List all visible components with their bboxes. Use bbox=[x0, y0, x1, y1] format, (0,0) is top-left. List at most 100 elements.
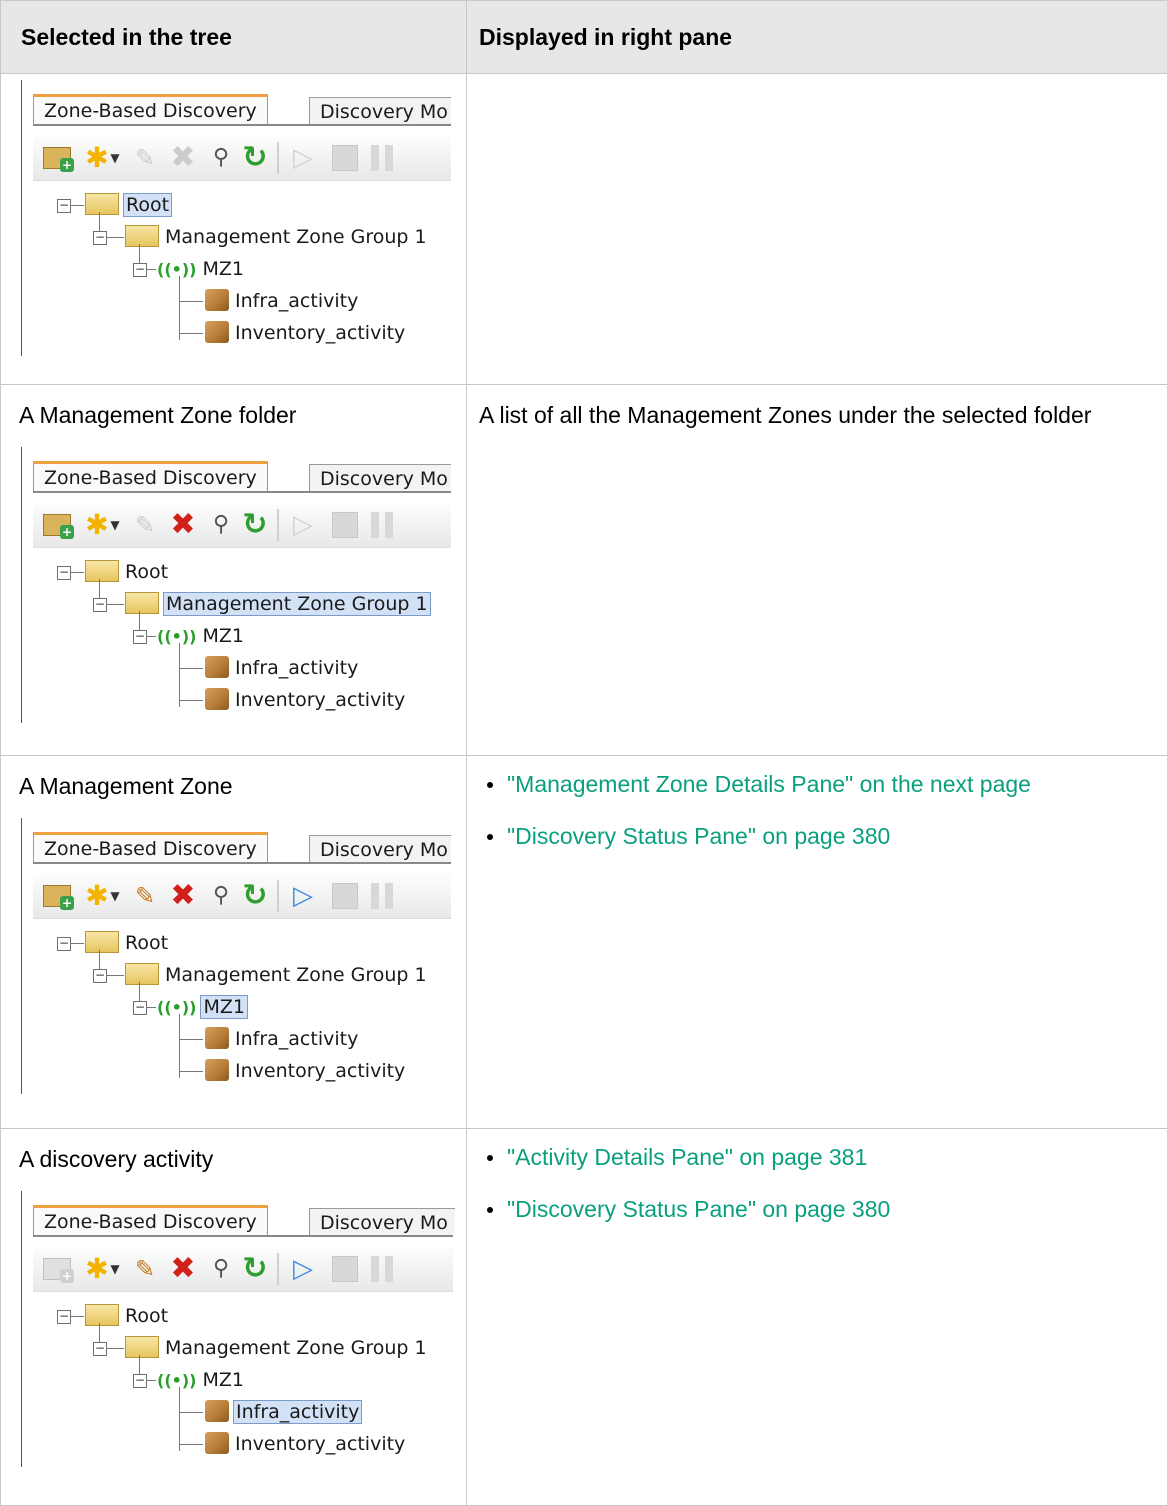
play-icon[interactable]: ▷ bbox=[287, 142, 319, 174]
collapse-mz-icon[interactable]: − bbox=[133, 1374, 147, 1388]
new-folder-icon[interactable]: + bbox=[41, 142, 73, 174]
collapse-group-icon[interactable]: − bbox=[93, 598, 107, 612]
play-icon[interactable]: ▷ bbox=[287, 880, 319, 912]
tree-node-inventory-activity[interactable]: Inventory_activity bbox=[205, 320, 407, 346]
tree-screenshot: Zone-Based Discovery Discovery Mo + ✱ ▼ … bbox=[19, 447, 451, 723]
search-icon[interactable]: ⚲ bbox=[205, 142, 237, 174]
displayed-pane-description bbox=[467, 74, 1167, 90]
pause-icon[interactable] bbox=[367, 509, 399, 541]
folder-icon bbox=[125, 963, 159, 985]
pane-link[interactable]: "Activity Details Pane" on page 381 bbox=[507, 1143, 1167, 1171]
edit-pencil-icon[interactable]: ✎ bbox=[129, 880, 161, 912]
delete-x-icon[interactable]: ✖ bbox=[167, 142, 199, 174]
tab-discovery-modules[interactable]: Discovery Mo bbox=[309, 835, 451, 862]
delete-x-icon[interactable]: ✖ bbox=[167, 509, 199, 541]
toolbar: + ✱ ▼ ✎ ✖ ⚲ ↻ ▷ bbox=[33, 1247, 453, 1292]
tab-zone-based-discovery[interactable]: Zone-Based Discovery bbox=[33, 94, 268, 124]
tree-node-management-zone-group[interactable]: Management Zone Group 1 bbox=[125, 1335, 429, 1361]
tree-node-infra-activity[interactable]: Infra_activity bbox=[205, 288, 360, 314]
collapse-group-icon[interactable]: − bbox=[93, 969, 107, 983]
refresh-icon[interactable]: ↻ bbox=[239, 509, 271, 541]
dropdown-arrow-icon[interactable]: ▼ bbox=[107, 1253, 123, 1285]
cell-selected-in-tree: A discovery activity Zone-Based Discover… bbox=[1, 1129, 467, 1506]
collapse-root-icon[interactable]: − bbox=[57, 1310, 71, 1324]
cell-selected-in-tree: A Management Zone Zone-Based Discovery D… bbox=[1, 756, 467, 1129]
refresh-icon[interactable]: ↻ bbox=[239, 880, 271, 912]
tree-node-mz1[interactable]: ((•))MZ1 bbox=[157, 256, 246, 282]
table-row: Zone-Based Discovery Discovery Mo + ✱ ▼ … bbox=[1, 74, 1167, 385]
activity-box-icon bbox=[205, 656, 229, 678]
toolbar: + ✱ ▼ ✎ ✖ ⚲ ↻ ▷ bbox=[33, 136, 451, 181]
tree-node-mz1[interactable]: ((•))MZ1 bbox=[157, 623, 246, 649]
tree-screenshot: Zone-Based Discovery Discovery Mo + ✱ ▼ … bbox=[19, 1191, 455, 1467]
tab-discovery-modules[interactable]: Discovery Mo bbox=[309, 97, 451, 124]
new-folder-icon[interactable]: + bbox=[41, 1253, 73, 1285]
tree-node-inventory-activity[interactable]: Inventory_activity bbox=[205, 1058, 407, 1084]
cell-displayed-in-right-pane: "Activity Details Pane" on page 381 "Disc… bbox=[467, 1129, 1167, 1506]
stop-icon[interactable] bbox=[329, 142, 361, 174]
pause-icon[interactable] bbox=[367, 142, 399, 174]
tree-node-infra-activity[interactable]: Infra_activity bbox=[205, 1399, 362, 1425]
tree-node-infra-activity[interactable]: Infra_activity bbox=[205, 655, 360, 681]
collapse-mz-icon[interactable]: − bbox=[133, 263, 147, 277]
refresh-icon[interactable]: ↻ bbox=[239, 142, 271, 174]
edit-pencil-icon[interactable]: ✎ bbox=[129, 1253, 161, 1285]
tab-zone-based-discovery[interactable]: Zone-Based Discovery bbox=[33, 832, 268, 862]
edit-pencil-icon[interactable]: ✎ bbox=[129, 509, 161, 541]
tree-screenshot: Zone-Based Discovery Discovery Mo + ✱ ▼ … bbox=[19, 80, 451, 356]
edit-pencil-icon[interactable]: ✎ bbox=[129, 142, 161, 174]
new-folder-icon[interactable]: + bbox=[41, 880, 73, 912]
tab-discovery-modules[interactable]: Discovery Mo bbox=[309, 1208, 455, 1235]
tab-zone-based-discovery[interactable]: Zone-Based Discovery bbox=[33, 461, 268, 491]
dropdown-arrow-icon[interactable]: ▼ bbox=[107, 142, 123, 174]
play-icon[interactable]: ▷ bbox=[287, 1253, 319, 1285]
pane-link[interactable]: "Management Zone Details Pane" on the ne… bbox=[507, 770, 1167, 798]
tree-node-management-zone-group[interactable]: Management Zone Group 1 bbox=[125, 962, 429, 988]
tree-node-mz1[interactable]: ((•))MZ1 bbox=[157, 1367, 246, 1393]
collapse-root-icon[interactable]: − bbox=[57, 937, 71, 951]
folder-icon bbox=[125, 1336, 159, 1358]
search-icon[interactable]: ⚲ bbox=[205, 1253, 237, 1285]
toolbar-separator bbox=[277, 880, 279, 912]
collapse-root-icon[interactable]: − bbox=[57, 566, 71, 580]
tree-node-mz1[interactable]: ((•))MZ1 bbox=[157, 994, 248, 1020]
stop-icon[interactable] bbox=[329, 880, 361, 912]
tree-node-management-zone-group[interactable]: Management Zone Group 1 bbox=[125, 224, 429, 250]
tree-node-infra-activity[interactable]: Infra_activity bbox=[205, 1026, 360, 1052]
pane-link[interactable]: "Discovery Status Pane" on page 380 bbox=[507, 822, 1167, 850]
search-icon[interactable]: ⚲ bbox=[205, 880, 237, 912]
tree-node-root[interactable]: Root bbox=[85, 559, 170, 585]
tab-discovery-modules[interactable]: Discovery Mo bbox=[309, 464, 451, 491]
tree-node-management-zone-group[interactable]: Management Zone Group 1 bbox=[125, 591, 431, 617]
tree-node-inventory-activity[interactable]: Inventory_activity bbox=[205, 1431, 407, 1457]
selected-item-description: A Management Zone folder bbox=[1, 385, 466, 429]
collapse-group-icon[interactable]: − bbox=[93, 231, 107, 245]
delete-x-icon[interactable]: ✖ bbox=[167, 1253, 199, 1285]
collapse-group-icon[interactable]: − bbox=[93, 1342, 107, 1356]
dropdown-arrow-icon[interactable]: ▼ bbox=[107, 880, 123, 912]
play-icon[interactable]: ▷ bbox=[287, 509, 319, 541]
search-icon[interactable]: ⚲ bbox=[205, 509, 237, 541]
toolbar-separator bbox=[277, 142, 279, 174]
tree-node-inventory-activity[interactable]: Inventory_activity bbox=[205, 687, 407, 713]
collapse-mz-icon[interactable]: − bbox=[133, 630, 147, 644]
tree-node-root[interactable]: Root bbox=[85, 1303, 170, 1329]
delete-x-icon[interactable]: ✖ bbox=[167, 880, 199, 912]
tree-node-root[interactable]: Root bbox=[85, 930, 170, 956]
stop-icon[interactable] bbox=[329, 1253, 361, 1285]
folder-icon bbox=[85, 1304, 119, 1326]
refresh-icon[interactable]: ↻ bbox=[239, 1253, 271, 1285]
collapse-mz-icon[interactable]: − bbox=[133, 1001, 147, 1015]
dropdown-arrow-icon[interactable]: ▼ bbox=[107, 509, 123, 541]
pause-icon[interactable] bbox=[367, 1253, 399, 1285]
header-selected-in-tree: Selected in the tree bbox=[1, 1, 467, 74]
tab-zone-based-discovery[interactable]: Zone-Based Discovery bbox=[33, 1205, 268, 1235]
probe-radio-icon: ((•)) bbox=[157, 624, 196, 650]
pane-link[interactable]: "Discovery Status Pane" on page 380 bbox=[507, 1195, 1167, 1223]
activity-box-icon bbox=[205, 321, 229, 343]
new-folder-icon[interactable]: + bbox=[41, 509, 73, 541]
pane-links-list: "Activity Details Pane" on page 381 "Disc… bbox=[467, 1129, 1167, 1223]
collapse-root-icon[interactable]: − bbox=[57, 199, 71, 213]
stop-icon[interactable] bbox=[329, 509, 361, 541]
pause-icon[interactable] bbox=[367, 880, 399, 912]
